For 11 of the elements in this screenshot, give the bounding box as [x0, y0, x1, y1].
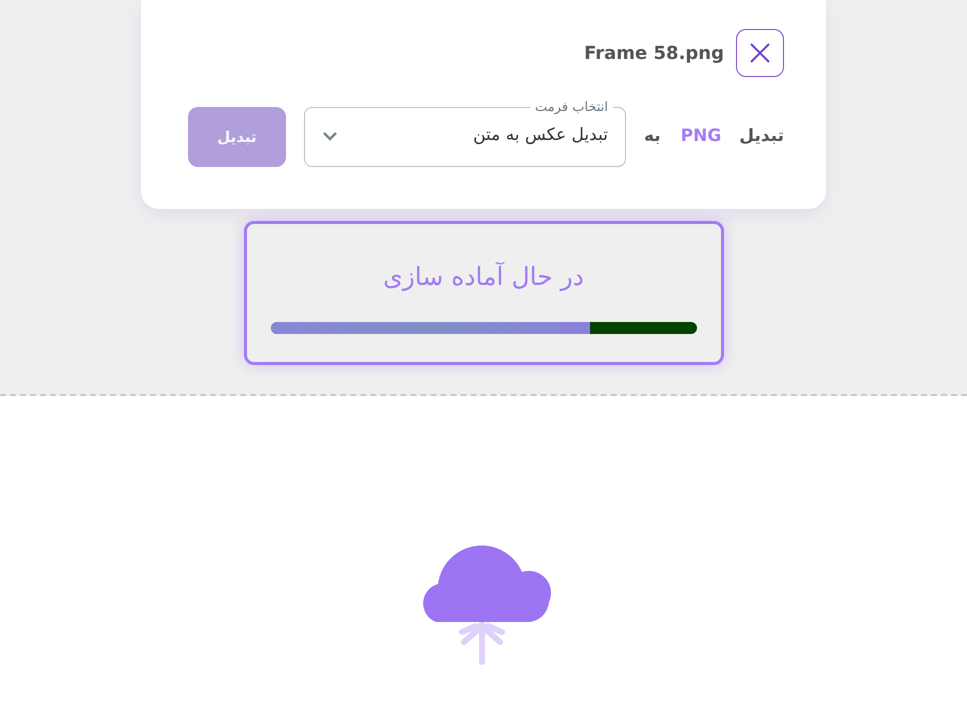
close-button[interactable]: [736, 29, 784, 77]
close-icon: [749, 42, 771, 64]
file-name: Frame 58.png: [584, 42, 724, 66]
select-value: تبدیل عکس به متن: [472, 124, 608, 147]
convert-label: تبدیل: [739, 125, 784, 148]
select-label: انتخاب فرمت: [534, 100, 609, 116]
chevron-down-icon: [322, 130, 338, 140]
format-select[interactable]: انتخاب فرمت تبدیل عکس به متن: [304, 100, 626, 166]
progress-label: در حال آماده سازی: [383, 260, 584, 294]
format-name: PNG: [680, 125, 722, 148]
to-label: به: [644, 125, 661, 148]
